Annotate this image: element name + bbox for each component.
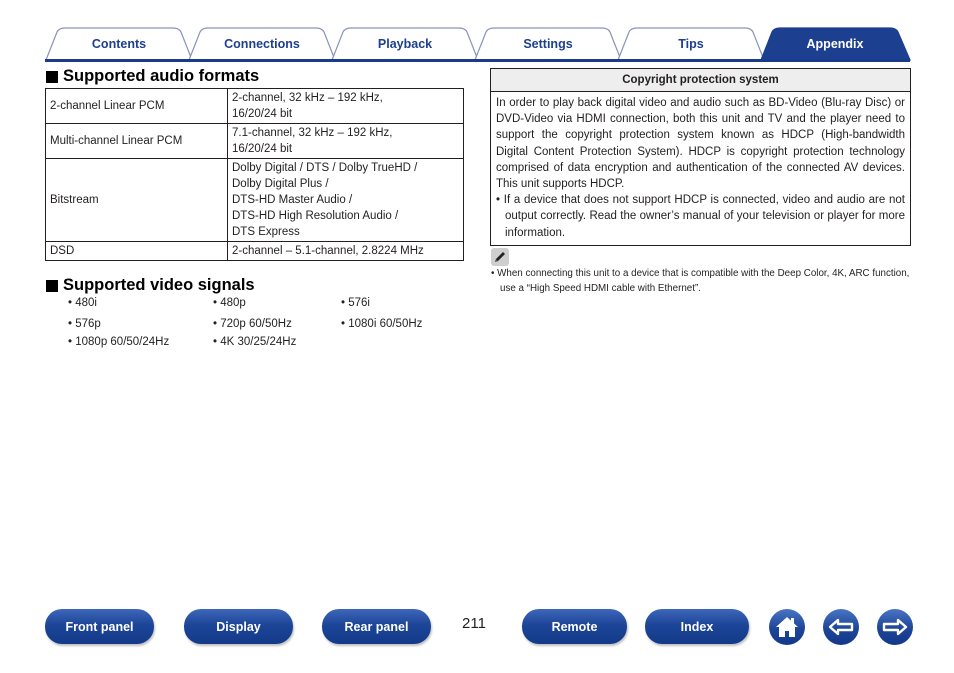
- table-row: DSD 2-channel – 5.1-channel, 2.8224 MHz: [45, 241, 464, 261]
- button-label: Rear panel: [344, 619, 409, 634]
- copyright-body-text: In order to play back digital video and …: [496, 97, 905, 191]
- home-button[interactable]: [769, 609, 805, 645]
- format-cell: DSD: [45, 241, 228, 261]
- forward-arrow-icon: [882, 618, 908, 636]
- tab-playback[interactable]: Playback: [331, 27, 479, 61]
- spec-line: Dolby Digital / DTS / Dolby TrueHD /: [232, 162, 418, 174]
- format-cell: 2-channel Linear PCM: [45, 88, 228, 124]
- tab-label: Appendix: [806, 36, 864, 51]
- button-label: Front panel: [65, 619, 134, 634]
- back-arrow-icon: [828, 618, 854, 636]
- format-cell: Multi-channel Linear PCM: [45, 123, 228, 159]
- spec-line: DTS-HD Master Audio /: [232, 194, 353, 206]
- spec-line: Dolby Digital Plus /: [232, 178, 329, 190]
- copyright-protection-box: Copyright protection system In order to …: [490, 68, 911, 246]
- spec-line: 2-channel, 32 kHz – 192 kHz,: [232, 92, 383, 104]
- tab-underline: [45, 59, 910, 62]
- spec-cell: 2-channel, 32 kHz – 192 kHz, 16/20/24 bit: [227, 88, 464, 124]
- square-bullet-icon: [46, 70, 58, 83]
- list-item: • 720p 60/50Hz: [213, 318, 292, 330]
- tab-connections[interactable]: Connections: [188, 27, 336, 61]
- copyright-bullet: • If a device that does not support HDCP…: [496, 194, 905, 239]
- spec-line: 16/20/24 bit: [232, 108, 293, 120]
- table-row: 2-channel Linear PCM 2-channel, 32 kHz –…: [45, 88, 464, 124]
- video-signals-heading: Supported video signals: [46, 276, 255, 295]
- tab-label: Settings: [523, 36, 573, 51]
- button-label: Index: [680, 619, 714, 634]
- spec-line: 2-channel – 5.1-channel, 2.8224 MHz: [232, 245, 424, 257]
- display-button[interactable]: Display: [184, 609, 293, 644]
- rear-panel-button[interactable]: Rear panel: [322, 609, 431, 644]
- list-item: • 480p: [213, 297, 246, 309]
- tab-label: Playback: [377, 36, 433, 51]
- list-item: • 1080p 60/50/24Hz: [68, 336, 170, 348]
- table-row: Multi-channel Linear PCM 7.1-channel, 32…: [45, 123, 464, 159]
- list-item: • 480i: [68, 297, 97, 309]
- spec-line: DTS-HD High Resolution Audio /: [232, 210, 399, 222]
- tab-appendix[interactable]: Appendix: [760, 27, 911, 61]
- spec-cell: Dolby Digital / DTS / Dolby TrueHD / Dol…: [227, 158, 464, 242]
- tab-bar: Contents Connections Playback Settings T…: [45, 27, 911, 63]
- list-item: • 576p: [68, 318, 101, 330]
- note-text: • When connecting this unit to a device …: [491, 268, 910, 294]
- copyright-box-title: Copyright protection system: [491, 69, 910, 92]
- audio-formats-heading: Supported audio formats: [46, 67, 259, 86]
- tab-tips[interactable]: Tips: [617, 27, 765, 61]
- square-bullet-icon: [46, 279, 58, 292]
- back-button[interactable]: [823, 609, 859, 645]
- list-item: • 576i: [341, 297, 370, 309]
- format-cell: Bitstream: [45, 158, 228, 242]
- tab-contents[interactable]: Contents: [45, 27, 193, 61]
- remote-button[interactable]: Remote: [522, 609, 627, 644]
- home-icon: [776, 617, 798, 637]
- list-item: • 1080i 60/50Hz: [341, 318, 423, 330]
- tab-settings[interactable]: Settings: [474, 27, 622, 61]
- tab-label: Tips: [678, 36, 704, 51]
- copyright-box-body: In order to play back digital video and …: [491, 92, 910, 245]
- page-number: 211: [462, 615, 486, 632]
- pencil-icon: [491, 248, 509, 266]
- audio-formats-table: 2-channel Linear PCM 2-channel, 32 kHz –…: [45, 88, 464, 261]
- tab-label: Contents: [91, 36, 147, 51]
- heading-text: Supported audio formats: [63, 67, 260, 85]
- list-item: • 4K 30/25/24Hz: [213, 336, 297, 348]
- index-button[interactable]: Index: [645, 609, 749, 644]
- spec-line: DTS Express: [232, 226, 300, 238]
- table-row: Bitstream Dolby Digital / DTS / Dolby Tr…: [45, 158, 464, 242]
- forward-button[interactable]: [877, 609, 913, 645]
- spec-line: 7.1-channel, 32 kHz – 192 kHz,: [232, 127, 393, 139]
- front-panel-button[interactable]: Front panel: [45, 609, 154, 644]
- spec-cell: 7.1-channel, 32 kHz – 192 kHz, 16/20/24 b…: [227, 123, 464, 159]
- tab-label: Connections: [224, 36, 300, 51]
- spec-cell: 2-channel – 5.1-channel, 2.8224 MHz: [227, 241, 464, 261]
- heading-text: Supported video signals: [63, 276, 255, 294]
- button-label: Display: [216, 619, 261, 634]
- button-label: Remote: [551, 619, 598, 634]
- spec-line: 16/20/24 bit: [232, 143, 293, 155]
